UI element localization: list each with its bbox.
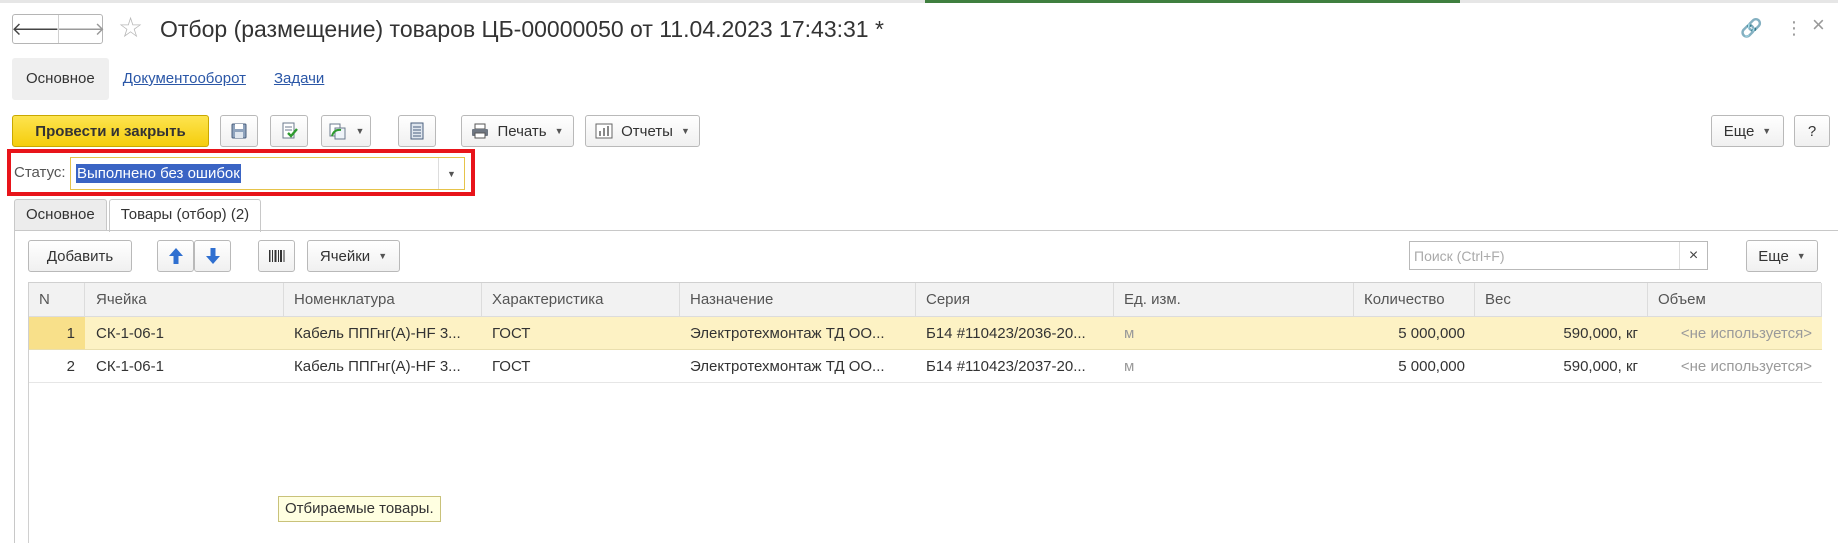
column-header-characteristic[interactable]: Характеристика <box>482 283 680 316</box>
chevron-down-icon: ▼ <box>355 126 365 136</box>
save-button[interactable] <box>220 115 258 147</box>
form-tabs: Основное Товары (отбор) (2) <box>14 199 263 232</box>
table-row[interactable]: 1 СК-1-06-1 Кабель ППГнг(А)-HF 3... ГОСТ… <box>29 317 1822 350</box>
create-based-on-icon <box>329 123 346 140</box>
cell-weight[interactable]: 590,000, кг <box>1475 350 1648 382</box>
section-tab-docflow[interactable]: Документооборот <box>109 58 260 100</box>
chevron-down-icon: ▼ <box>1796 251 1806 261</box>
back-button[interactable]: 🡐 <box>11 15 60 43</box>
clear-search-icon[interactable]: × <box>1679 242 1707 269</box>
cell-volume[interactable]: <не используется> <box>1648 317 1822 349</box>
barcode-icon <box>268 250 284 262</box>
reports-icon <box>595 123 613 139</box>
status-label: Статус: <box>14 164 66 181</box>
register-report-button[interactable] <box>398 115 436 147</box>
search-input[interactable]: Поиск (Ctrl+F) × <box>1409 241 1708 270</box>
cell-characteristic[interactable]: ГОСТ <box>482 317 680 349</box>
cell-quantity[interactable]: 5 000,000 <box>1354 350 1475 382</box>
cell-series[interactable]: Б14 #110423/2036-20... <box>916 317 1114 349</box>
search-placeholder: Поиск (Ctrl+F) <box>1414 248 1505 264</box>
section-tab-main[interactable]: Основное <box>12 58 109 100</box>
print-label: Печать <box>497 122 547 140</box>
cell-storage-cell[interactable]: СК-1-06-1 <box>86 350 284 382</box>
table-header: N Ячейка Номенклатура Характеристика Наз… <box>29 283 1822 317</box>
star-icon[interactable]: ☆ <box>118 13 143 43</box>
column-header-quantity[interactable]: Количество <box>1354 283 1475 316</box>
register-icon <box>410 122 424 140</box>
link-icon[interactable]: 🔗 <box>1740 16 1762 40</box>
chevron-down-icon[interactable]: ▼ <box>438 158 464 189</box>
arrow-right-icon: 🡒 <box>56 18 106 39</box>
column-header-n[interactable]: N <box>29 283 85 316</box>
table-more-label: Еще <box>1758 247 1789 265</box>
more-label: Еще <box>1723 122 1755 140</box>
cell-unit[interactable]: м <box>1114 350 1354 382</box>
cell-purpose[interactable]: Электротехмонтаж ТД ОО... <box>680 350 916 382</box>
post-and-close-button[interactable]: Провести и закрыть <box>12 115 209 147</box>
table-more-button[interactable]: Еще ▼ <box>1746 240 1818 272</box>
close-icon[interactable]: × <box>1812 13 1825 37</box>
table-row[interactable]: 2 СК-1-06-1 Кабель ППГнг(А)-HF 3... ГОСТ… <box>29 350 1822 383</box>
post-icon <box>282 122 298 139</box>
chevron-down-icon: ▼ <box>554 126 564 136</box>
barcode-button[interactable] <box>258 240 295 272</box>
chevron-down-icon: ▼ <box>680 126 690 136</box>
cell-nomenclature[interactable]: Кабель ППГнг(А)-HF 3... <box>284 350 482 382</box>
cells-button[interactable]: Ячейки ▼ <box>307 240 400 272</box>
cell-nomenclature[interactable]: Кабель ППГнг(А)-HF 3... <box>284 317 482 349</box>
print-button[interactable]: Печать ▼ <box>461 115 574 147</box>
arrow-left-icon: 🡐 <box>11 18 60 39</box>
save-icon <box>231 123 247 139</box>
move-up-button[interactable] <box>157 240 194 272</box>
cell-purpose[interactable]: Электротехмонтаж ТД ОО... <box>680 317 916 349</box>
post-button[interactable] <box>270 115 308 147</box>
tab-goods-picking[interactable]: Товары (отбор) (2) <box>108 199 262 232</box>
chevron-down-icon: ▼ <box>1762 126 1772 136</box>
column-header-purpose[interactable]: Назначение <box>680 283 916 316</box>
active-window-strip <box>925 0 1460 3</box>
page-title: Отбор (размещение) товаров ЦБ-00000050 о… <box>160 16 884 42</box>
column-header-weight[interactable]: Вес <box>1475 283 1648 316</box>
move-down-icon <box>205 248 220 264</box>
cell-weight[interactable]: 590,000, кг <box>1475 317 1648 349</box>
reports-button[interactable]: Отчеты ▼ <box>585 115 700 147</box>
top-border <box>0 0 1838 3</box>
move-down-button[interactable] <box>194 240 231 272</box>
cell-volume[interactable]: <не используется> <box>1648 350 1822 382</box>
column-header-unit[interactable]: Ед. изм. <box>1114 283 1354 316</box>
cells-label: Ячейки <box>319 247 371 265</box>
section-tabs: Основное Документооборот Задачи <box>12 58 338 100</box>
more-button[interactable]: Еще ▼ <box>1711 115 1784 147</box>
column-header-nomenclature[interactable]: Номенклатура <box>284 283 482 316</box>
status-select[interactable]: Выполнено без ошибок ▼ <box>70 157 465 190</box>
forward-button[interactable]: 🡒 <box>56 15 106 43</box>
chevron-down-icon: ▼ <box>378 251 388 261</box>
reports-label: Отчеты <box>621 122 673 140</box>
history-nav: 🡐 🡒 <box>11 14 106 44</box>
tooltip: Отбираемые товары. <box>278 496 441 522</box>
move-up-icon <box>168 248 183 264</box>
cell-unit[interactable]: м <box>1114 317 1354 349</box>
row-number: 1 <box>29 317 85 349</box>
column-header-volume[interactable]: Объем <box>1648 283 1822 316</box>
status-value: Выполнено без ошибок <box>76 164 241 183</box>
cell-storage-cell[interactable]: СК-1-06-1 <box>86 317 284 349</box>
help-button[interactable]: ? <box>1794 115 1830 147</box>
create-based-on-button[interactable]: ▼ <box>321 115 371 147</box>
cell-quantity[interactable]: 5 000,000 <box>1354 317 1475 349</box>
row-number: 2 <box>66 357 75 375</box>
cell-characteristic[interactable]: ГОСТ <box>482 350 680 382</box>
kebab-menu-icon[interactable]: ⋮ <box>1785 16 1803 40</box>
section-tab-tasks[interactable]: Задачи <box>260 58 338 100</box>
cell-series[interactable]: Б14 #110423/2037-20... <box>916 350 1114 382</box>
add-button[interactable]: Добавить <box>28 240 132 272</box>
column-header-cell[interactable]: Ячейка <box>86 283 284 316</box>
printer-icon <box>472 123 489 139</box>
tab-main[interactable]: Основное <box>14 199 107 231</box>
column-header-series[interactable]: Серия <box>916 283 1114 316</box>
